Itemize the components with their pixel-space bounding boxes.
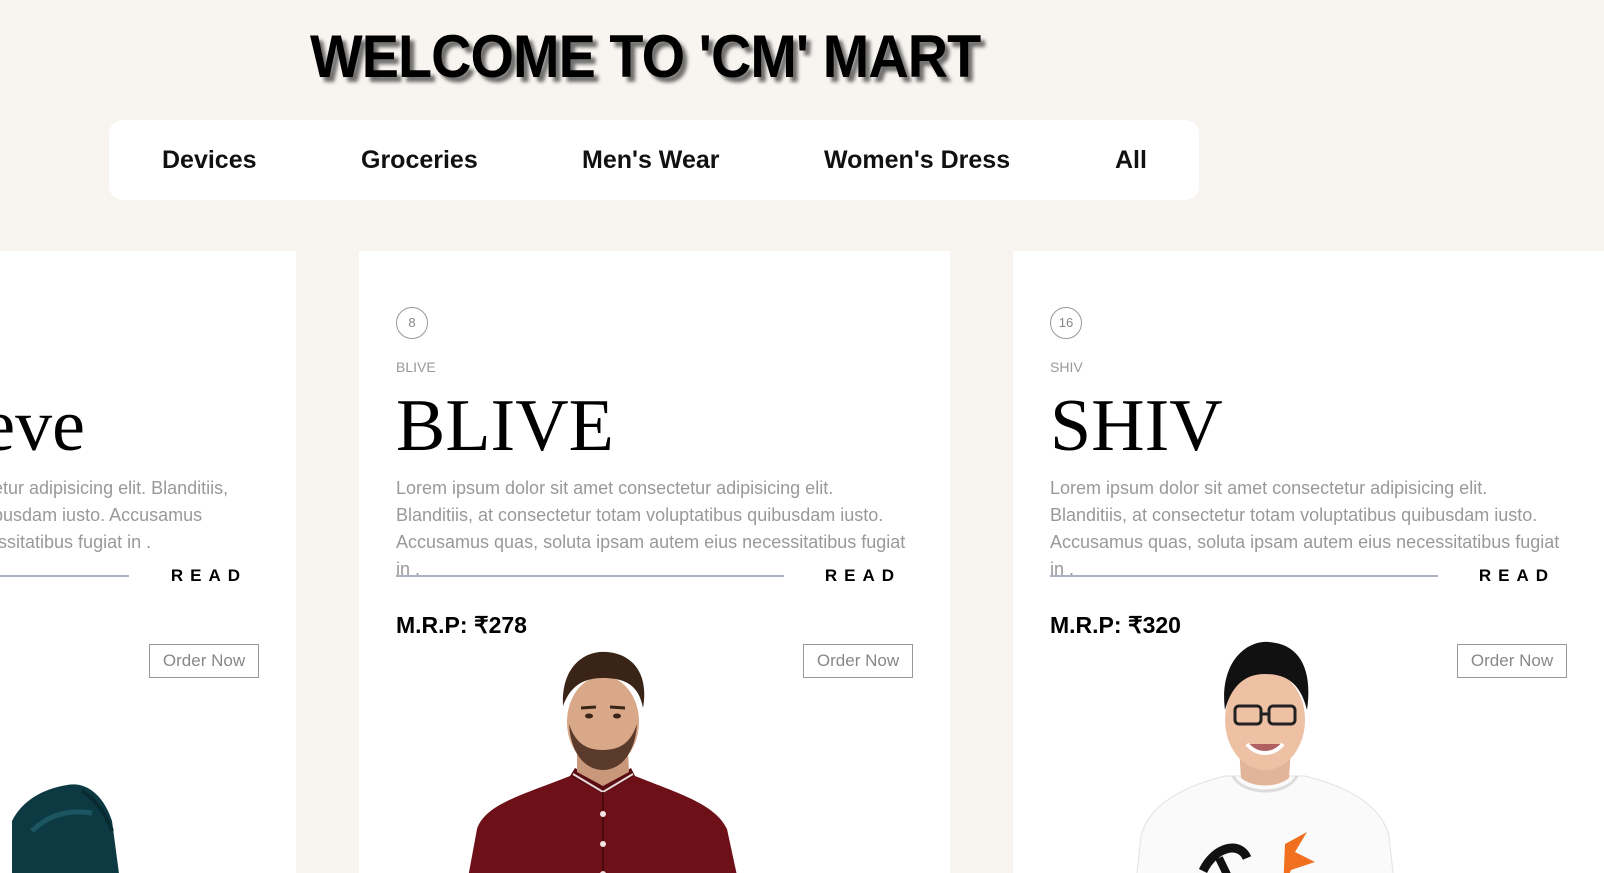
product-price: M.R.P: ₹278	[396, 612, 527, 638]
product-number-badge: 16	[1050, 307, 1082, 339]
page: WELCOME TO 'CM' MART Devices Groceries M…	[0, 0, 1604, 873]
order-now-button[interactable]: Order Now	[803, 644, 913, 678]
read-divider	[0, 575, 129, 577]
nav-item-mens-wear[interactable]: Men's Wear	[582, 146, 719, 175]
product-card: 16 SHIV SHIV Lorem ipsum dolor sit amet …	[1013, 251, 1604, 873]
product-number-badge: 8	[396, 307, 428, 339]
read-divider	[396, 575, 784, 577]
order-now-button[interactable]: Order Now	[1457, 644, 1567, 678]
product-label: SHIV	[1050, 359, 1083, 375]
order-now-button[interactable]: Order Now	[149, 644, 259, 678]
product-image-teal-shirt	[12, 784, 119, 873]
read-link[interactable]: READ	[1479, 566, 1555, 586]
site-title: WELCOME TO 'CM' MART	[310, 23, 981, 90]
nav-item-groceries[interactable]: Groceries	[361, 146, 478, 175]
product-image-white-tshirt	[1136, 641, 1394, 873]
product-title: eve	[0, 385, 85, 467]
product-card: eve ectetur adipisicing elit. Blanditiis…	[0, 251, 296, 873]
read-link[interactable]: READ	[171, 566, 247, 586]
product-image-maroon-shirt	[468, 651, 737, 873]
read-link[interactable]: READ	[825, 566, 901, 586]
product-label: BLIVE	[396, 359, 436, 375]
product-card: 8 BLIVE BLIVE Lorem ipsum dolor sit amet…	[359, 251, 950, 873]
product-title: SHIV	[1050, 385, 1223, 467]
nav-item-womens-dress[interactable]: Women's Dress	[824, 146, 1010, 175]
product-description: ectetur adipisicing elit. Blanditiis, qu…	[0, 478, 229, 552]
nav-item-devices[interactable]: Devices	[162, 146, 257, 175]
nav-item-all[interactable]: All	[1115, 146, 1147, 175]
category-nav: Devices Groceries Men's Wear Women's Dre…	[109, 120, 1199, 200]
product-price: M.R.P: ₹320	[1050, 612, 1181, 638]
read-divider	[1050, 575, 1438, 577]
product-title: BLIVE	[396, 385, 614, 467]
